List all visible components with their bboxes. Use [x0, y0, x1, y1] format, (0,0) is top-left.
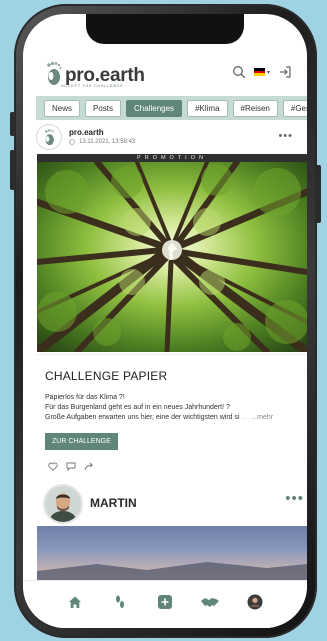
post-header: pro.earth 13.11.2021, 13:58:43 ••• — [23, 124, 307, 154]
globe-icon — [69, 139, 75, 147]
post-timestamp: 13.11.2021, 13:58:43 — [79, 139, 136, 145]
app-header: pro.earth ACCEPT THE CHALLENGE ▾ — [23, 54, 307, 96]
promotion-label: PROMOTION — [37, 154, 307, 162]
handshake-icon[interactable] — [199, 591, 221, 613]
tab-klima[interactable]: #Klima — [187, 99, 228, 117]
share-icon[interactable] — [84, 458, 94, 476]
language-selector[interactable]: ▾ — [253, 68, 270, 77]
login-icon[interactable] — [277, 64, 293, 80]
tab-challenges[interactable]: Challenges — [126, 99, 183, 117]
side-button — [10, 112, 15, 136]
post-more-button[interactable]: ••• — [278, 131, 293, 142]
add-icon[interactable] — [154, 591, 176, 613]
challenge-cta-button[interactable]: ZUR CHALLENGE — [45, 433, 118, 450]
tab-news[interactable]: News — [44, 99, 81, 117]
post-meta: 13.11.2021, 13:58:43 — [69, 139, 135, 147]
profile-icon[interactable] — [244, 591, 266, 613]
tab-gesundheit[interactable]: #Ges — [282, 99, 307, 117]
avatar[interactable] — [36, 124, 62, 150]
description-line: Große Aufgaben erwarten uns hier, eine d… — [45, 414, 274, 421]
side-button — [10, 150, 15, 190]
footprints-icon[interactable] — [109, 591, 131, 613]
like-icon[interactable] — [48, 458, 58, 476]
notch — [86, 14, 244, 44]
search-icon[interactable] — [231, 64, 247, 80]
post-image-forest[interactable] — [37, 162, 307, 352]
avatar[interactable] — [43, 484, 83, 524]
side-button — [316, 165, 321, 223]
post-more-button[interactable]: ••• — [285, 491, 304, 506]
description-text: Große Aufgaben erwarten uns hier, eine d… — [45, 414, 240, 421]
footprint-logo-icon — [43, 60, 63, 86]
app-screen: pro.earth ACCEPT THE CHALLENGE ▾ News Po… — [23, 14, 307, 628]
challenge-title: CHALLENGE PAPIER — [45, 369, 168, 383]
challenge-description: Papierlos für das Klima ?! Für das Burge… — [45, 393, 303, 423]
home-icon[interactable] — [64, 591, 86, 613]
post-author[interactable]: MARTIN — [90, 496, 137, 510]
description-line: Für das Burgenland geht es auf in ein ne… — [45, 404, 230, 411]
read-more-link[interactable]: ...mehr — [251, 414, 273, 421]
logo-tagline: ACCEPT THE CHALLENGE — [61, 83, 124, 88]
filter-tabs: News Posts Challenges #Klima #Reisen #Ge… — [36, 96, 307, 120]
bottom-navigation — [23, 580, 307, 628]
post-reactions — [48, 458, 94, 476]
comment-icon[interactable] — [66, 458, 76, 476]
challenge-card: CHALLENGE PAPIER Papierlos für das Klima… — [37, 354, 307, 472]
header-actions: ▾ — [231, 64, 293, 80]
tab-reisen[interactable]: #Reisen — [232, 99, 278, 117]
post-image-sunset[interactable] — [37, 526, 307, 586]
tab-posts[interactable]: Posts — [85, 99, 122, 117]
post-author[interactable]: pro.earth — [69, 128, 104, 137]
description-line: Papierlos für das Klima ?! — [45, 394, 125, 401]
german-flag-icon — [253, 68, 265, 77]
language-caret: ▾ — [266, 69, 270, 76]
